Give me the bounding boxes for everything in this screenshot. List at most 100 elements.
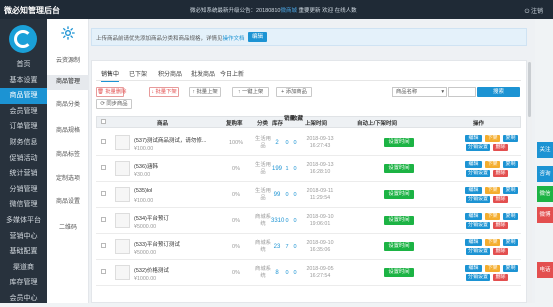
product-name[interactable]: (534)平台预订: [134, 214, 169, 222]
copy-button[interactable]: 复制: [503, 135, 518, 142]
edit-button[interactable]: 编辑: [465, 135, 482, 142]
copy-button[interactable]: 复制: [503, 161, 518, 168]
search-input[interactable]: [448, 87, 476, 97]
copy-button[interactable]: 复制: [503, 187, 518, 194]
set-time-button[interactable]: 设置时间: [384, 216, 414, 225]
sidebar-item[interactable]: 基本设置: [0, 73, 47, 89]
select-all-checkbox[interactable]: [101, 119, 106, 124]
row-checkbox[interactable]: [101, 191, 106, 196]
subnav-item[interactable]: 商品规格: [47, 124, 89, 139]
delete-button[interactable]: 删除: [493, 170, 508, 177]
row-checkbox[interactable]: [101, 139, 106, 144]
delete-button[interactable]: 删除: [493, 248, 508, 255]
sidebar-item[interactable]: 营销中心: [0, 229, 47, 245]
tab[interactable]: 销售中: [101, 69, 120, 82]
subnav-item[interactable]: 云资源制: [47, 54, 89, 69]
row-checkbox[interactable]: [101, 243, 106, 248]
batch-delete-button[interactable]: 🗑 批量删除: [96, 87, 126, 97]
set-time-button[interactable]: 设置时间: [384, 190, 414, 199]
subnav-item[interactable]: 定制选项: [47, 172, 89, 187]
offshelf-button[interactable]: 下架: [485, 161, 500, 168]
stock-value[interactable]: 199: [271, 166, 283, 172]
distribution-button[interactable]: 分销设置: [466, 196, 490, 203]
float-button[interactable]: 微博: [537, 207, 553, 223]
sidebar-item[interactable]: 库存管理: [0, 275, 47, 291]
tab[interactable]: 批发商品: [191, 69, 215, 78]
fav-value[interactable]: 0: [291, 140, 299, 146]
stock-value[interactable]: 99: [271, 192, 283, 198]
notice-link[interactable]: 微商城: [280, 8, 297, 14]
distribution-button[interactable]: 分销设置: [466, 222, 490, 229]
subnav-item[interactable]: 二维码: [47, 221, 89, 236]
banner-edit-button[interactable]: 编辑: [248, 32, 267, 42]
batch-offshelf-button[interactable]: ↓ 批量下架: [149, 87, 179, 97]
fav-value[interactable]: 0: [291, 218, 299, 224]
delete-button[interactable]: 删除: [493, 144, 508, 151]
one-click-up-button[interactable]: ↑ 一键上架: [232, 87, 269, 97]
scrollbar-thumb[interactable]: [528, 62, 531, 117]
offshelf-button[interactable]: 下架: [485, 239, 500, 246]
set-time-button[interactable]: 设置时间: [384, 138, 414, 147]
product-name[interactable]: (533)平台预订测试: [134, 240, 180, 248]
stock-value[interactable]: 8: [271, 270, 283, 276]
offshelf-button[interactable]: 下架: [485, 265, 500, 272]
delete-button[interactable]: 删除: [493, 274, 508, 281]
add-product-button[interactable]: + 添加商品: [276, 87, 312, 97]
tab[interactable]: 已下架: [129, 69, 147, 78]
sidebar-item[interactable]: 商品管理: [0, 88, 47, 104]
subnav-item[interactable]: 商品标签: [47, 148, 89, 163]
edit-button[interactable]: 编辑: [465, 239, 482, 246]
edit-button[interactable]: 编辑: [465, 265, 482, 272]
tab[interactable]: 今日上新: [220, 69, 244, 78]
product-name[interactable]: (532)价格测试: [134, 266, 169, 274]
fav-value[interactable]: 0: [291, 192, 299, 198]
float-button[interactable]: 微信: [537, 186, 553, 202]
sales-value[interactable]: 0: [283, 270, 291, 276]
sidebar-item[interactable]: 微信管理: [0, 197, 47, 213]
delete-button[interactable]: 删除: [493, 196, 508, 203]
batch-up-button[interactable]: ↑ 批量上架: [189, 87, 221, 97]
stock-value[interactable]: 3310: [271, 218, 284, 224]
search-button[interactable]: 搜索: [477, 87, 520, 97]
copy-button[interactable]: 复制: [503, 213, 518, 220]
sync-product-button[interactable]: ⟳ 同步商品: [96, 99, 132, 109]
sidebar-item[interactable]: 渠道商: [0, 260, 47, 276]
sidebar-item[interactable]: 首页: [0, 57, 47, 73]
subnav-item[interactable]: 商品设置: [47, 195, 89, 210]
distribution-button[interactable]: 分销设置: [466, 274, 490, 281]
edit-button[interactable]: 编辑: [465, 161, 482, 168]
offshelf-button[interactable]: 下架: [485, 213, 500, 220]
sidebar-item[interactable]: 分销管理: [0, 182, 47, 198]
offshelf-button[interactable]: 下架: [485, 135, 500, 142]
edit-button[interactable]: 编辑: [465, 187, 482, 194]
sales-value[interactable]: 7: [283, 244, 291, 250]
sidebar-item[interactable]: 基础配置: [0, 244, 47, 260]
distribution-button[interactable]: 分销设置: [466, 144, 490, 151]
fav-value[interactable]: 0: [291, 270, 299, 276]
row-checkbox[interactable]: [101, 165, 106, 170]
sidebar-item[interactable]: 促销活动: [0, 151, 47, 167]
copy-button[interactable]: 复制: [503, 265, 518, 272]
product-name[interactable]: (535)lol: [134, 188, 152, 194]
sidebar-item[interactable]: 订单管理: [0, 119, 47, 135]
copy-button[interactable]: 复制: [503, 239, 518, 246]
sidebar-item[interactable]: 多媒体平台: [0, 213, 47, 229]
delete-button[interactable]: 删除: [493, 222, 508, 229]
sales-value[interactable]: 0: [283, 140, 291, 146]
fav-value[interactable]: 0: [291, 166, 299, 172]
logout-button[interactable]: ⏻ 注销: [525, 6, 543, 16]
stock-value[interactable]: 2: [271, 140, 283, 146]
set-time-button[interactable]: 设置时间: [384, 268, 414, 277]
search-field-select[interactable]: 商品名称 ▾: [392, 87, 447, 97]
float-button[interactable]: 电话: [537, 262, 553, 278]
subnav-item[interactable]: 商品管理: [47, 75, 89, 90]
row-checkbox[interactable]: [101, 217, 106, 222]
set-time-button[interactable]: 设置时间: [384, 242, 414, 251]
subnav-item[interactable]: 商品分类: [47, 98, 89, 113]
sales-value[interactable]: 1: [283, 166, 291, 172]
float-button[interactable]: 咨询: [537, 166, 553, 182]
distribution-button[interactable]: 分销设置: [466, 170, 490, 177]
tab[interactable]: 积分商品: [158, 69, 182, 78]
distribution-button[interactable]: 分销设置: [466, 248, 490, 255]
float-button[interactable]: 关注: [537, 142, 553, 158]
